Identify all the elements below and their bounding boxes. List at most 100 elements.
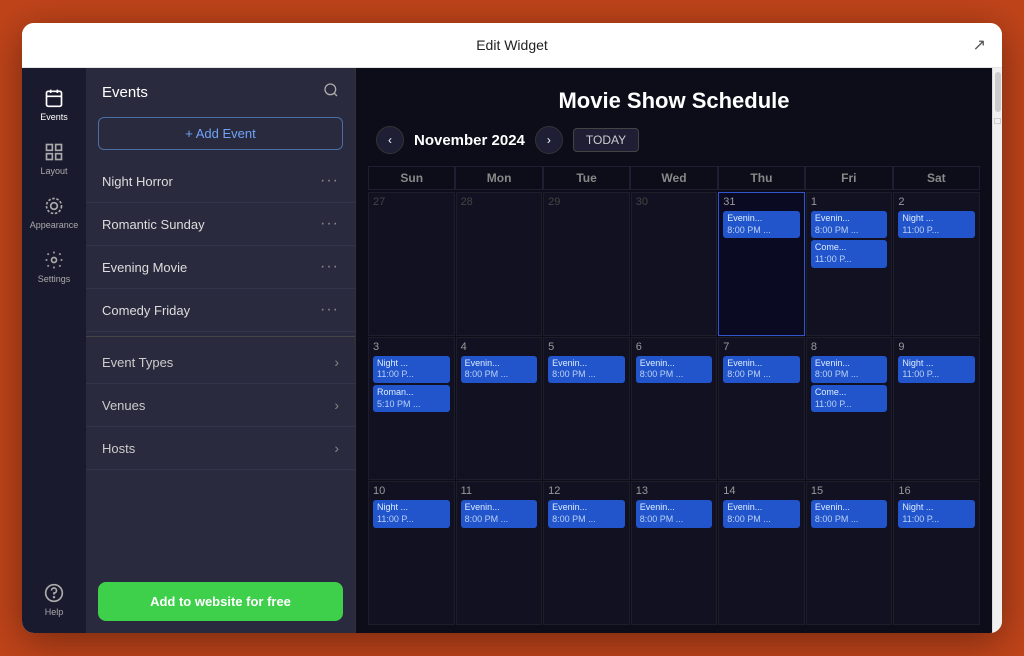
event-menu-dots[interactable]: ···: [320, 301, 339, 319]
day-header-sun: Sun: [368, 166, 455, 190]
event-chip[interactable]: Evenin...8:00 PM ...: [461, 356, 538, 383]
scroll-thumb: [995, 72, 1001, 112]
event-chip[interactable]: Evenin...8:00 PM ...: [811, 500, 888, 527]
modal-header: Edit Widget ↗: [22, 23, 1002, 68]
nav-item-hosts[interactable]: Hosts ›: [86, 427, 355, 470]
left-panel-title: Events: [102, 84, 148, 101]
device-icon: □: [994, 116, 1000, 127]
day-header-sat: Sat: [893, 166, 980, 190]
nav-item-event-types[interactable]: Event Types ›: [86, 341, 355, 384]
chevron-right-icon: ›: [334, 440, 339, 456]
cal-cell-16: 16 Night ...11:00 P...: [893, 481, 980, 625]
cal-date: 9: [898, 341, 975, 353]
day-header-mon: Mon: [455, 166, 542, 190]
event-chip[interactable]: Night ...11:00 P...: [898, 356, 975, 383]
calendar-nav: ‹ November 2024 › TODAY: [356, 126, 992, 166]
calendar-title: Movie Show Schedule: [356, 68, 992, 126]
cal-date: 1: [811, 196, 888, 208]
cal-cell-29: 29: [543, 192, 630, 336]
cal-date: 29: [548, 196, 625, 208]
sidebar-item-help[interactable]: Help: [22, 573, 86, 633]
event-chip[interactable]: Come...11:00 P...: [811, 385, 888, 412]
layout-nav-label: Layout: [40, 166, 67, 176]
cal-cell-9: 9 Night ...11:00 P...: [893, 337, 980, 481]
today-button[interactable]: TODAY: [573, 128, 639, 152]
help-nav-label: Help: [45, 607, 64, 617]
calendar-area: Movie Show Schedule ‹ November 2024 › TO…: [356, 68, 992, 633]
event-item-comedy-friday[interactable]: Comedy Friday ···: [86, 289, 355, 332]
event-chip[interactable]: Evenin...8:00 PM ...: [723, 356, 800, 383]
add-to-website-button[interactable]: Add to website for free: [98, 582, 343, 621]
cal-date: 31: [723, 196, 800, 208]
cal-cell-28: 28: [456, 192, 543, 336]
cal-cell-12: 12 Evenin...8:00 PM ...: [543, 481, 630, 625]
cal-cell-7: 7 Evenin...8:00 PM ...: [718, 337, 805, 481]
day-header-wed: Wed: [630, 166, 717, 190]
events-nav-label: Events: [40, 112, 68, 122]
cal-cell-2: 2 Night ...11:00 P...: [893, 192, 980, 336]
cal-date: 28: [461, 196, 538, 208]
modal-body: Events Layout Appearance Settings Help: [22, 68, 1002, 633]
event-chip[interactable]: Evenin...8:00 PM ...: [723, 500, 800, 527]
cal-cell-8: 8 Evenin...8:00 PM ... Come...11:00 P...: [806, 337, 893, 481]
calendar-grid: Sun Mon Tue Wed Thu Fri Sat 27 2: [356, 166, 992, 633]
event-chip[interactable]: Roman...5:10 PM ...: [373, 385, 450, 412]
event-chip[interactable]: Evenin...8:00 PM ...: [636, 356, 713, 383]
event-name: Romantic Sunday: [102, 217, 205, 232]
event-item-evening-movie[interactable]: Evening Movie ···: [86, 246, 355, 289]
prev-month-button[interactable]: ‹: [376, 126, 404, 154]
event-chip[interactable]: Night ...11:00 P...: [898, 211, 975, 238]
add-event-button[interactable]: + Add Event: [98, 117, 343, 150]
event-chip[interactable]: Evenin...8:00 PM ...: [548, 500, 625, 527]
event-menu-dots[interactable]: ···: [320, 215, 339, 233]
cal-date: 11: [461, 485, 538, 497]
modal-container: Edit Widget ↗ Events Layout Appearance S…: [22, 23, 1002, 633]
calendar-week-3: 10 Night ...11:00 P... 11 Evenin...8:00 …: [368, 481, 980, 625]
settings-nav-label: Settings: [38, 274, 71, 284]
nav-item-label: Event Types: [102, 355, 173, 370]
sidebar-item-settings[interactable]: Settings: [22, 240, 86, 294]
day-header-thu: Thu: [718, 166, 805, 190]
cal-date: 7: [723, 341, 800, 353]
calendar-week-2: 3 Night ...11:00 P... Roman...5:10 PM ..…: [368, 337, 980, 481]
events-list: Night Horror ··· Romantic Sunday ··· Eve…: [86, 160, 355, 570]
event-chip[interactable]: Evenin...8:00 PM ...: [811, 211, 888, 238]
expand-icon[interactable]: ↗: [973, 35, 986, 55]
event-menu-dots[interactable]: ···: [320, 258, 339, 276]
event-chip[interactable]: Night ...11:00 P...: [373, 500, 450, 527]
event-chip[interactable]: Evenin...8:00 PM ...: [811, 356, 888, 383]
cal-date: 14: [723, 485, 800, 497]
event-chip[interactable]: Evenin...8:00 PM ...: [548, 356, 625, 383]
cal-cell-13: 13 Evenin...8:00 PM ...: [631, 481, 718, 625]
day-header-fri: Fri: [805, 166, 892, 190]
sidebar-item-layout[interactable]: Layout: [22, 132, 86, 186]
event-chip[interactable]: Evenin...8:00 PM ...: [461, 500, 538, 527]
day-header-tue: Tue: [543, 166, 630, 190]
event-chip[interactable]: Night ...11:00 P...: [373, 356, 450, 383]
cal-date: 5: [548, 341, 625, 353]
cal-cell-1: 1 Evenin...8:00 PM ... Come...11:00 P...: [806, 192, 893, 336]
nav-item-venues[interactable]: Venues ›: [86, 384, 355, 427]
event-menu-dots[interactable]: ···: [320, 172, 339, 190]
right-scrollbar[interactable]: □: [992, 68, 1002, 633]
event-item-night-horror[interactable]: Night Horror ···: [86, 160, 355, 203]
event-chip[interactable]: Come...11:00 P...: [811, 240, 888, 267]
event-name: Evening Movie: [102, 260, 187, 275]
nav-item-label: Hosts: [102, 441, 135, 456]
cal-date: 15: [811, 485, 888, 497]
cal-cell-4: 4 Evenin...8:00 PM ...: [456, 337, 543, 481]
left-panel-header: Events: [86, 68, 355, 113]
next-month-button[interactable]: ›: [535, 126, 563, 154]
event-chip[interactable]: Evenin...8:00 PM ...: [723, 211, 800, 238]
cal-cell-6: 6 Evenin...8:00 PM ...: [631, 337, 718, 481]
sidebar-item-appearance[interactable]: Appearance: [22, 186, 86, 240]
sidebar-item-events[interactable]: Events: [22, 78, 86, 132]
search-icon[interactable]: [323, 82, 339, 103]
current-month: November 2024: [414, 132, 525, 149]
cal-date: 27: [373, 196, 450, 208]
event-chip[interactable]: Night ...11:00 P...: [898, 500, 975, 527]
cal-date: 12: [548, 485, 625, 497]
event-chip[interactable]: Evenin...8:00 PM ...: [636, 500, 713, 527]
event-item-romantic-sunday[interactable]: Romantic Sunday ···: [86, 203, 355, 246]
cal-cell-5: 5 Evenin...8:00 PM ...: [543, 337, 630, 481]
